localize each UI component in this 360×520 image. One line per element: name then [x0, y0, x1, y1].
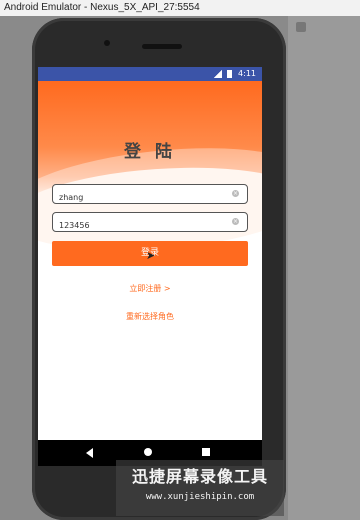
recents-nav-icon[interactable] — [202, 448, 210, 456]
signal-icon — [213, 69, 222, 78]
password-input[interactable] — [53, 216, 229, 235]
username-field[interactable]: × — [52, 184, 248, 207]
clear-text-icon[interactable]: × — [232, 218, 239, 225]
clear-text-icon[interactable]: × — [232, 190, 239, 197]
recorder-watermark: 迅捷屏幕录像工具 www.xunjieshipin.com — [116, 460, 284, 516]
password-field[interactable]: × — [52, 212, 248, 235]
watermark-url: www.xunjieshipin.com — [145, 492, 255, 502]
emulator-toolbar — [288, 16, 360, 520]
emulator-title: Android Emulator - Nexus_5X_API_27:5554 — [4, 2, 200, 13]
home-nav-icon[interactable] — [144, 448, 152, 456]
camera-icon — [104, 40, 110, 46]
username-input[interactable] — [53, 188, 229, 207]
mouse-cursor-icon: ➤ — [146, 249, 156, 262]
register-link[interactable]: 立即注册 > — [38, 283, 262, 294]
page-title: 登 陆 — [124, 142, 176, 162]
status-time: 4:11 — [238, 69, 256, 78]
emulator-title-bar: Android Emulator - Nexus_5X_API_27:5554 — [0, 0, 360, 16]
status-bar: 4:11 — [38, 67, 262, 81]
battery-icon — [227, 69, 233, 78]
watermark-title: 迅捷屏幕录像工具 — [131, 467, 268, 486]
reselect-role-link[interactable]: 重新选择角色 — [38, 311, 262, 322]
back-nav-icon[interactable] — [86, 448, 93, 458]
toolbar-tool-icon[interactable] — [296, 22, 306, 32]
speaker-grille — [142, 44, 182, 49]
